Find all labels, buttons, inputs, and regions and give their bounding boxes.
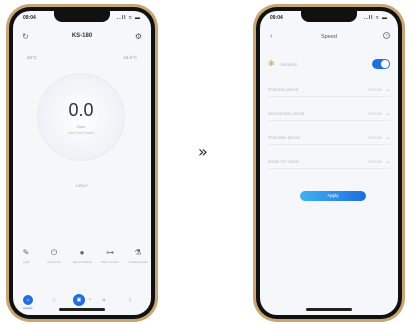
control-label: Coating Mode [128,260,148,264]
control-coating[interactable]: ⚗ Coating Mode [127,247,149,265]
apply-button[interactable]: Apply [300,191,366,201]
setting-row-co[interactable]: Inside CO check Choose ⌄ [268,157,390,169]
setting-row-third[interactable]: Third time period Choose ⌄ [268,133,390,145]
status-icons: ..ll ≈ ▬ [363,15,388,21]
flow-dial: 0.0 l/min Inlet Flow Power [37,73,125,161]
control-valve[interactable]: ⊶ Valve Control [99,247,121,265]
diamond-icon: ◈ [102,297,106,303]
right-phone: 09:04 ..ll ≈ ▬ ‹ Speed ? ✻ Variation Fir… [253,4,405,322]
control-light[interactable]: ✎ Light [15,247,37,265]
nav-item-5[interactable]: ▯ [123,295,137,309]
control-row: ✎ Light ⏻ Power On ● Speed Setting ⊶ Val… [15,247,149,281]
nav-item-center[interactable]: ▣ [72,294,86,309]
flow-label: LPD-F [76,183,88,188]
page-title: Speed [321,34,337,40]
control-label: Speed Setting [72,260,92,264]
dial-subtitle: Inlet Flow Power [68,131,94,135]
notch [301,11,357,22]
valve-icon: ⊶ [106,248,114,257]
stage: 09:04 ..ll ≈ ▬ ↻ KS-180 ⚙ 25°C 24.6°C 0.… [0,0,410,324]
doc-icon: ▯ [128,297,132,303]
variation-toggle[interactable] [372,59,390,69]
chevron-down-icon: ⌄ [384,111,390,117]
nav-item-2[interactable]: ◇ [47,295,61,309]
right-phone-screen: 09:04 ..ll ≈ ▬ ‹ Speed ? ✻ Variation Fir… [260,11,398,315]
notch [54,11,110,22]
flask-icon: ⚗ [134,248,142,257]
brush-icon: ✎ [22,248,30,257]
fan-icon: ✻ [268,59,275,68]
toggle-label: Variation [280,62,298,67]
status-time: 09:04 [23,15,36,21]
dial-unit: l/min [76,124,86,129]
nav-label: Device [23,306,33,310]
toggle-knob [381,60,389,68]
setting-value: Choose [367,159,382,164]
fan-icon: ● [79,248,85,257]
right-phone-bezel: 09:04 ..ll ≈ ▬ ‹ Speed ? ✻ Variation Fir… [256,7,402,319]
left-phone-bezel: 09:04 ..ll ≈ ▬ ↻ KS-180 ⚙ 25°C 24.6°C 0.… [9,7,155,319]
status-icons: ..ll ≈ ▬ [116,15,141,21]
device-title: KS-180 [71,33,93,39]
control-label: Light [22,260,30,264]
chevron-down-icon: ⌄ [384,159,390,165]
nav-item-4[interactable]: ◈ [97,295,111,309]
temp-left: 25°C [27,55,38,60]
left-phone: 09:04 ..ll ≈ ▬ ↻ KS-180 ⚙ 25°C 24.6°C 0.… [6,4,158,322]
help-icon[interactable]: ? [383,32,390,39]
device-header: ↻ KS-180 ⚙ [13,29,151,45]
variation-toggle-row: ✻ Variation [268,59,390,71]
left-phone-screen: 09:04 ..ll ≈ ▬ ↻ KS-180 ⚙ 25°C 24.6°C 0.… [13,11,151,315]
setting-label: Inside CO check [268,159,299,164]
chevron-down-icon: ⌄ [384,135,390,141]
control-label: Valve Control [101,260,119,264]
double-chevron-right-icon: » [198,142,208,161]
power-icon: ⏻ [50,248,58,257]
dial-value: 0.0 [68,100,94,120]
control-label: Power On [47,260,61,264]
gear-icon[interactable]: ⚙ [134,32,143,41]
temp-right: 24.6°C [123,55,137,60]
setting-value: Choose [367,135,382,140]
setting-label: Second time period [268,111,305,116]
nav-device[interactable]: ⌂ Device [21,295,35,310]
home-indicator [306,308,352,311]
control-power[interactable]: ⏻ Power On [43,247,65,265]
app-icon: ▣ [73,294,85,306]
home-icon: ⌂ [23,295,33,305]
setting-value: Choose [367,111,382,116]
setting-row-second[interactable]: Second time period Choose ⌄ [268,109,390,121]
setting-label: Third time period [268,135,300,140]
status-time: 09:04 [270,15,283,21]
setting-label: First time period [268,87,299,92]
setting-value: Choose [367,87,382,92]
home-indicator [59,308,105,311]
control-speed[interactable]: ● Speed Setting [71,247,93,265]
cube-icon: ◇ [52,297,56,303]
chevron-down-icon: ⌄ [384,87,390,93]
setting-row-first[interactable]: First time period Choose ⌄ [268,85,390,97]
